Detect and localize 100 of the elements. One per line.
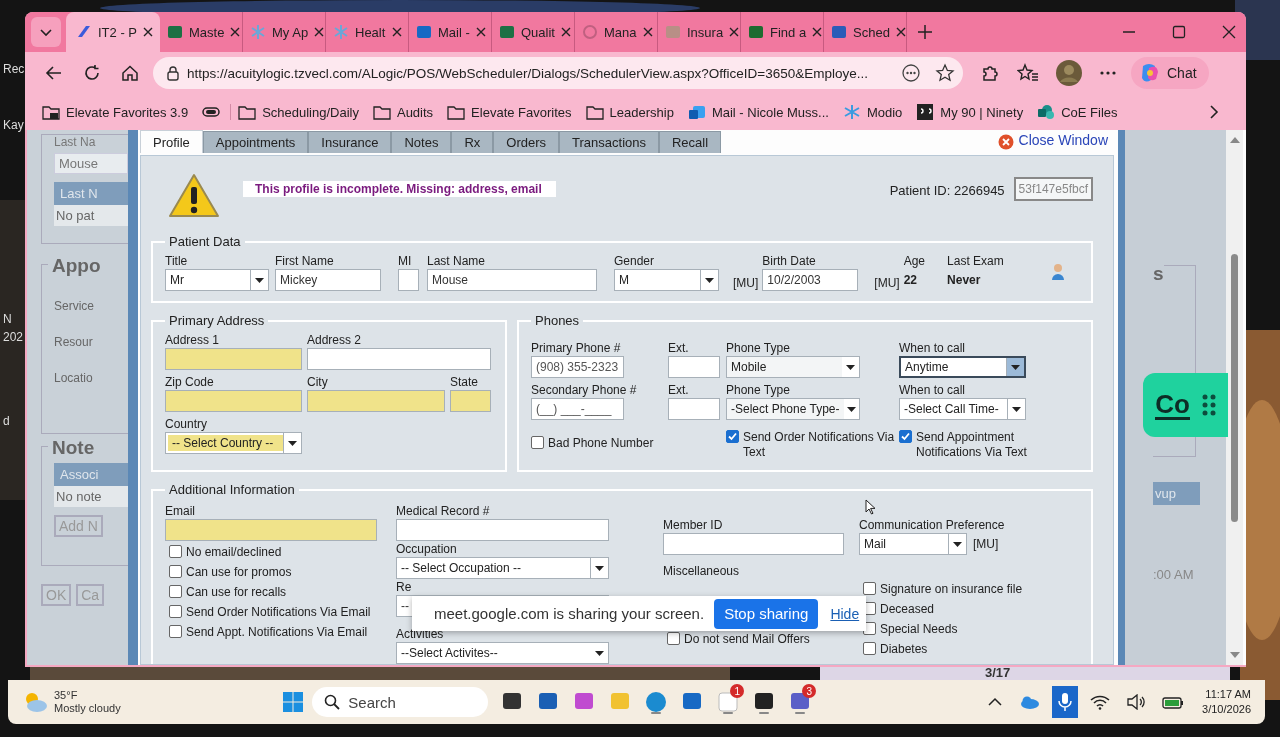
checkbox[interactable] [169, 625, 182, 638]
chevron-right-icon[interactable] [1208, 104, 1220, 120]
phone-field[interactable]: (908) 355-2323 [531, 356, 624, 378]
checkbox-label[interactable]: Signature on insurance file [880, 582, 1023, 597]
bookmark[interactable]: CoE Files [1030, 104, 1125, 120]
browser-tab[interactable]: Healt [327, 12, 409, 52]
text-field[interactable] [307, 390, 445, 412]
scroll-up-icon[interactable] [1229, 136, 1240, 144]
extension-field[interactable] [668, 356, 720, 378]
communication-dropdown[interactable]: Mail [859, 533, 967, 555]
activities-dropdown[interactable]: --Select Activites-- [396, 642, 609, 664]
browser-tab[interactable]: Find a [742, 12, 824, 52]
clock-date[interactable]: 3/10/2026 [1202, 702, 1251, 717]
dialog-tab[interactable]: Profile [140, 130, 203, 153]
more-options-icon[interactable] [901, 63, 921, 83]
text-field[interactable] [165, 390, 302, 412]
microphone-button[interactable] [1052, 686, 1079, 718]
dialog-tab[interactable]: Notes [391, 131, 452, 153]
browser-tab[interactable]: Mana [576, 12, 658, 52]
browser-tab[interactable]: Maste [161, 12, 243, 52]
dialog-tab[interactable]: Transactions [559, 131, 659, 153]
close-icon[interactable] [1222, 25, 1236, 39]
profile-avatar[interactable] [1056, 60, 1082, 86]
bookmark[interactable]: My 90 | Ninety [909, 104, 1031, 120]
email-field[interactable] [165, 519, 377, 541]
close-window-link[interactable]: Close Window [1018, 131, 1108, 148]
caret-down-icon[interactable] [288, 440, 297, 446]
text-field[interactable] [307, 348, 491, 370]
close-icon[interactable] [560, 27, 571, 37]
close-icon[interactable] [230, 27, 241, 37]
gender-dropdown[interactable]: M [614, 269, 719, 291]
browser-tab[interactable]: My Ap [244, 12, 326, 52]
caret-down-icon[interactable] [1012, 406, 1021, 412]
extension-field[interactable] [668, 398, 720, 420]
checkbox-label[interactable]: Bad Phone Number [548, 436, 654, 451]
chat-button[interactable]: Chat [1131, 57, 1209, 89]
windows-start-icon[interactable] [282, 691, 305, 713]
clock-time[interactable]: 11:17 AM [1205, 687, 1251, 702]
checkbox-label[interactable]: Send Order Notifications Via Email [186, 605, 371, 620]
browser-tab[interactable]: IT2 - P [66, 12, 160, 52]
caret-down-icon[interactable] [1011, 364, 1020, 370]
checkbox-label[interactable]: Special Needs [880, 622, 958, 637]
checkbox[interactable] [863, 642, 876, 655]
star-icon[interactable] [935, 63, 955, 83]
browser-tab[interactable]: Mail - [410, 12, 492, 52]
address-bar[interactable]: https://acuitylogic.tzvecl.com/ALogic/POS/WebScheduler/Dialogs/SchedulerView.aspx?OfficeID=3650&Employe... [153, 57, 963, 89]
bookmark[interactable]: Elevate Favorites [440, 104, 579, 120]
extensions-icon[interactable] [980, 63, 1000, 83]
scrollbar-thumb[interactable] [1231, 254, 1238, 522]
stop-sharing-button[interactable]: Stop sharing [714, 598, 819, 629]
new-tab-icon[interactable] [917, 24, 933, 40]
dialog-tab[interactable]: Orders [493, 131, 560, 153]
close-icon[interactable] [475, 27, 486, 37]
refresh-icon[interactable] [83, 64, 101, 82]
phone-type-dropdown[interactable]: -Select Phone Type- [726, 398, 860, 420]
caret-down-icon[interactable] [595, 565, 604, 571]
checkbox-label[interactable]: Send Appointment Notifications Via Text [916, 430, 1034, 460]
caret-down-icon[interactable] [846, 364, 855, 370]
caret-down-icon[interactable] [705, 277, 714, 283]
checkbox[interactable] [726, 430, 739, 443]
bookmark[interactable]: Elevate Favorites 3.9 [35, 104, 196, 120]
dialog-tab[interactable]: Appointments [202, 131, 309, 153]
caret-down-icon[interactable] [846, 406, 856, 412]
more-icon[interactable] [1099, 70, 1117, 76]
phone-type-dropdown[interactable]: Mobile [726, 356, 860, 378]
bookmark[interactable]: Modio [835, 104, 910, 120]
checkbox[interactable] [863, 582, 876, 595]
home-icon[interactable] [121, 64, 139, 82]
checkbox[interactable] [169, 605, 182, 618]
checkbox-label[interactable]: No email/declined [186, 545, 282, 560]
hide-link[interactable]: Hide [830, 605, 860, 622]
wifi-icon[interactable] [1090, 694, 1111, 710]
phone-field[interactable]: (__) ___-____ [531, 398, 624, 420]
volume-icon[interactable] [1126, 694, 1147, 710]
browser-tab[interactable]: Sched [825, 12, 907, 52]
favorites-icon[interactable] [1017, 63, 1039, 83]
middle-initial-field[interactable] [398, 269, 419, 291]
close-icon[interactable] [392, 27, 402, 37]
checkbox-label[interactable]: Diabetes [880, 642, 928, 657]
checkbox[interactable] [899, 430, 912, 443]
browser-tab[interactable]: Insura [659, 12, 741, 52]
occupation-dropdown[interactable]: -- Select Occupation -- [396, 557, 609, 579]
person-icon[interactable] [1051, 263, 1065, 281]
checkbox-label[interactable]: Deceased [880, 602, 935, 617]
dialog-tab[interactable]: Rx [451, 131, 494, 153]
checkbox-label[interactable]: Send Appt. Notifications Via Email [186, 625, 368, 640]
dialog-tab[interactable]: Recall [659, 131, 722, 153]
checkbox-label[interactable]: Do not send Mail Offers [684, 632, 810, 647]
last-name-field[interactable]: Mouse [427, 269, 597, 291]
checkbox[interactable] [531, 436, 544, 449]
bookmark[interactable]: Mail - Nicole Muss... [680, 104, 836, 120]
bookmark[interactable]: Audits [365, 104, 441, 120]
caret-down-icon[interactable] [953, 541, 962, 547]
caret-down-icon[interactable] [595, 650, 604, 656]
checkbox-label[interactable]: Send Order Notifications Via Text [743, 430, 896, 460]
caret-down-icon[interactable] [255, 277, 264, 283]
scroll-down-icon[interactable] [1229, 651, 1240, 659]
call-time-dropdown[interactable]: -Select Call Time- [899, 398, 1026, 420]
floating-widget[interactable]: Co [1143, 373, 1228, 437]
country-dropdown[interactable]: -- Select Country -- [165, 432, 302, 454]
